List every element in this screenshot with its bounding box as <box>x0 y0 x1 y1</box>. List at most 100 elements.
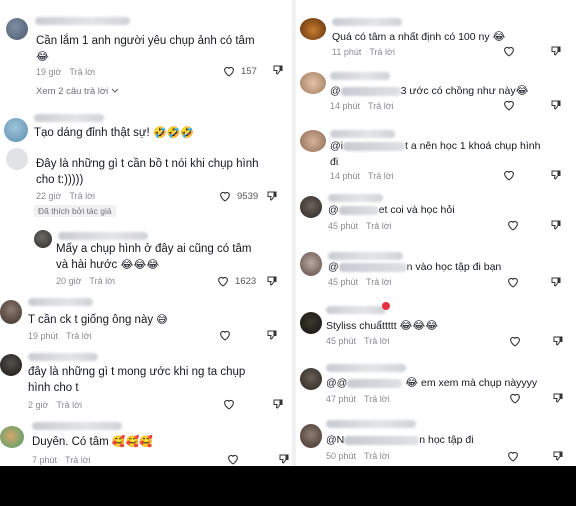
avatar[interactable] <box>34 230 52 248</box>
avatar[interactable] <box>300 18 326 40</box>
heart-outline-icon[interactable] <box>502 45 516 57</box>
comment-text: @3 ước có chồng như này😂 <box>330 84 529 97</box>
dislike-icon[interactable] <box>278 453 290 465</box>
comment-3: Đây là những gì t cần bồ t nói khi chụp … <box>0 146 292 226</box>
dislike-icon[interactable] <box>266 190 278 202</box>
reply-link[interactable]: Trả lời <box>65 455 91 465</box>
dislike-icon[interactable] <box>272 398 284 410</box>
avatar[interactable] <box>6 18 28 40</box>
avatar[interactable] <box>300 368 322 390</box>
comment-text: Duyên. Có tâm 🥰🥰🥰 <box>32 435 153 448</box>
avatar[interactable] <box>300 312 322 334</box>
like-button[interactable]: 1623 <box>216 275 256 287</box>
avatar[interactable] <box>0 426 24 448</box>
username-blurred[interactable] <box>332 18 402 26</box>
comment-text: đây là những gì t mong ước khi ng ta chụ… <box>28 366 246 394</box>
dislike-icon[interactable] <box>550 169 562 181</box>
dislike-icon[interactable] <box>552 335 564 347</box>
username-blurred[interactable] <box>35 17 130 25</box>
avatar[interactable] <box>300 196 322 218</box>
comment-meta: 20 giờ Trả lời <box>56 276 115 286</box>
heart-outline-icon[interactable] <box>506 276 520 288</box>
reply-link[interactable]: Trả lời <box>66 331 92 341</box>
reply-comment-6: Styliss chuẩttttt 😂😂😂 45 phút Trả lời <box>296 294 576 350</box>
reply-link[interactable]: Trả lời <box>364 336 390 346</box>
comment-text: Quá có tâm a nhất định có 100 ny 😂 <box>332 30 506 43</box>
dislike-icon[interactable] <box>550 276 562 288</box>
reply-link[interactable]: Trả lời <box>368 101 394 111</box>
avatar[interactable] <box>4 118 28 142</box>
reply-link[interactable]: Trả lời <box>369 47 395 57</box>
reply-comment-5: @ n vào học tập đi bạn 45 phút Trả lời <box>296 240 576 294</box>
dislike-icon[interactable] <box>552 450 564 462</box>
view-replies-link[interactable]: Xem 2 câu trả lời <box>36 86 119 97</box>
avatar[interactable] <box>300 424 322 448</box>
comment-meta: 45 phút Trả lời <box>328 221 392 231</box>
username-blurred[interactable] <box>28 353 98 361</box>
comment-text: @@ 😂 em xem mà chụp nàyyyy <box>326 376 538 389</box>
heart-outline-icon[interactable] <box>218 329 232 341</box>
username-blurred[interactable] <box>326 364 406 372</box>
username-blurred[interactable] <box>32 422 122 430</box>
username-blurred[interactable] <box>326 420 416 428</box>
heart-outline-icon[interactable] <box>222 398 236 410</box>
reply-link[interactable]: Trả lời <box>56 400 82 410</box>
reply-link[interactable]: Trả lời <box>69 191 95 201</box>
dislike-icon[interactable] <box>272 64 284 76</box>
like-button[interactable]: 9539 <box>218 190 258 202</box>
dislike-icon[interactable] <box>266 275 278 287</box>
heart-outline-icon[interactable] <box>226 453 240 465</box>
heart-outline-icon[interactable] <box>506 219 520 231</box>
like-button[interactable]: 157 <box>222 65 257 77</box>
bottom-black-bar <box>0 466 576 506</box>
dislike-icon[interactable] <box>550 99 562 111</box>
reply-link[interactable]: Trả lời <box>364 451 390 461</box>
dislike-icon[interactable] <box>552 392 564 404</box>
comment-meta: 14 phút Trả lời <box>330 101 394 111</box>
reply-link[interactable]: Trả lời <box>364 394 390 404</box>
heart-outline-icon <box>224 66 234 77</box>
username-blurred[interactable] <box>28 298 93 306</box>
avatar[interactable] <box>0 354 22 376</box>
right-comments-panel: Quá có tâm a nhất định có 100 ny 😂 11 ph… <box>296 0 576 466</box>
avatar[interactable] <box>6 148 28 170</box>
comment-2: Tạo dáng đỉnh thật sự! 🤣🤣🤣 <box>0 110 292 146</box>
reply-link[interactable]: Trả lời <box>366 221 392 231</box>
comment-text: Styliss chuẩttttt 😂😂😂 <box>326 319 439 332</box>
username-blurred[interactable] <box>330 130 395 138</box>
left-comments-panel: Cần lắm 1 anh người yêu chụp ảnh có tâm … <box>0 0 292 466</box>
comment-text: Cần lắm 1 anh người yêu chụp ảnh có tâm … <box>36 35 255 63</box>
dislike-icon[interactable] <box>266 329 278 341</box>
username-blurred[interactable] <box>330 72 390 80</box>
username-blurred[interactable] <box>34 114 104 122</box>
comment-meta: 7 phút Trả lời <box>32 455 91 465</box>
reply-link[interactable]: Trả lời <box>89 276 115 286</box>
comment-text: @N n học tập đi <box>326 434 474 446</box>
avatar[interactable] <box>300 130 326 152</box>
heart-outline-icon[interactable] <box>508 335 522 347</box>
heart-outline-icon[interactable] <box>506 450 520 462</box>
comment-meta: 45 phút Trả lời <box>328 277 392 287</box>
avatar[interactable] <box>300 72 326 94</box>
username-blurred[interactable] <box>326 306 386 314</box>
heart-outline-icon[interactable] <box>508 392 522 404</box>
comment-6: đây là những gì t mong ước khi ng ta chụ… <box>0 348 292 418</box>
avatar[interactable] <box>300 252 322 276</box>
comment-meta: 50 phút Trả lời <box>326 451 390 461</box>
dislike-icon[interactable] <box>550 45 562 57</box>
avatar[interactable] <box>0 300 22 324</box>
username-blurred[interactable] <box>328 194 383 202</box>
reply-comment-7: @@ 😂 em xem mà chụp nàyyyy 47 phút Trả lờ… <box>296 350 576 410</box>
comment-meta: 22 giờ Trả lời <box>36 191 95 201</box>
heart-outline-icon[interactable] <box>502 99 516 111</box>
reply-link[interactable]: Trả lời <box>368 171 394 181</box>
heart-outline-icon <box>220 191 230 202</box>
heart-outline-icon[interactable] <box>502 169 516 181</box>
reply-link[interactable]: Trả lời <box>69 67 95 77</box>
dislike-icon[interactable] <box>550 219 562 231</box>
comment-meta: 11 phút Trả lời <box>332 47 395 57</box>
comment-text: Mấy a chụp hình ở đây ai cũng có tâm và … <box>56 243 252 271</box>
reply-link[interactable]: Trả lời <box>366 277 392 287</box>
username-blurred[interactable] <box>58 232 148 240</box>
comment-5: T cần ck t giống ông này 😅 19 phút Trả lờ… <box>0 292 292 348</box>
